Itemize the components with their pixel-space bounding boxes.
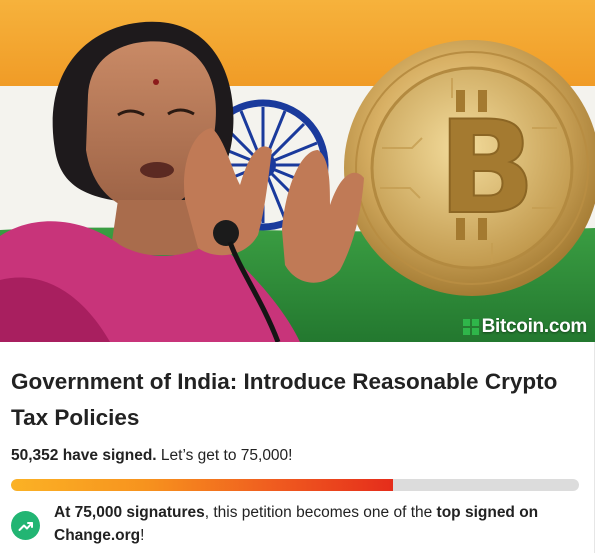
signature-progress-bar: [11, 479, 579, 491]
petition-title[interactable]: Government of India: Introduce Reasonabl…: [11, 364, 578, 436]
hero-illustration: B: [0, 0, 595, 342]
petition-content: Government of India: Introduce Reasonabl…: [0, 364, 594, 547]
signed-count-text: 50,352 have signed.: [11, 447, 157, 464]
milestone-bold-1: At 75,000 signatures: [54, 504, 205, 521]
milestone-text-3: !: [140, 527, 145, 544]
trending-up-icon: [11, 511, 40, 540]
milestone-text: At 75,000 signatures, this petition beco…: [54, 501, 574, 547]
bitcoin-com-watermark: Bitcoin.com: [462, 316, 588, 338]
bitcoin-com-logo-icon: [462, 319, 479, 335]
bitcoin-coin-icon: B: [344, 40, 595, 296]
petition-card: B Bitcoin.com Government of India: Intro…: [0, 0, 595, 553]
petition-hero-image[interactable]: B Bitcoin.com: [0, 0, 595, 342]
goal-text: Let’s get to 75,000!: [156, 447, 293, 464]
milestone-bold-2: top signed on: [436, 504, 539, 521]
milestone-bold-3: Change.org: [54, 527, 141, 544]
watermark-text: Bitcoin.com: [481, 316, 588, 337]
signature-progress-fill: [11, 479, 393, 491]
signature-count: 50,352 have signed. Let’s get to 75,000!: [11, 446, 578, 466]
milestone-text-1: , this petition becomes one of the: [204, 504, 437, 521]
milestone-message: At 75,000 signatures, this petition beco…: [11, 501, 578, 547]
